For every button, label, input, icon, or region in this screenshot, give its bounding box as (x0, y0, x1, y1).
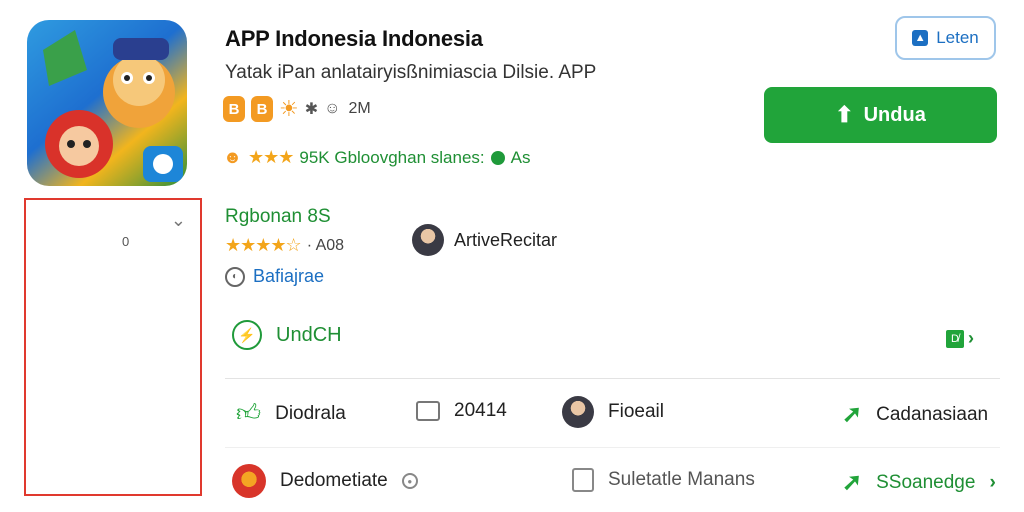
age-badge-icon: B (223, 96, 245, 122)
more-link[interactable]: D̸ › (946, 328, 974, 349)
row-item-likes[interactable]: 👍︎ Diodrala (236, 400, 346, 428)
chevron-right-icon: › (989, 471, 996, 493)
row-item-share[interactable]: ➚ Cadanasiaan (842, 400, 988, 429)
highlighted-side-panel[interactable]: ⌄ 0 (24, 198, 202, 496)
share-icon: ➚ (842, 469, 863, 496)
info-icon: ● (401, 473, 418, 489)
download-button[interactable]: ⬆ Undua (764, 87, 997, 143)
rating-stars: ★★★ (247, 147, 294, 167)
status-dot-icon (490, 150, 505, 165)
download-button-label: Undua (863, 103, 926, 126)
follow-button-label: Leten (936, 28, 979, 47)
emoji-icon: ☻ (223, 147, 242, 167)
row-item-label: SSoanedge (876, 471, 976, 493)
reviewer-name: ArtiveRecitar (454, 229, 558, 250)
chevron-down-icon[interactable]: ⌄ (171, 210, 186, 231)
update-action-label: UndCH (276, 323, 342, 346)
tag-badge: D̸ (946, 329, 964, 348)
gift-icon (232, 464, 266, 498)
app-subtitle: Yatak iPan anlatairyisßnimiascia Dilsie.… (225, 62, 597, 83)
rating-summary: ☻ ★★★ 95K Gbloovghan slanes: As (223, 147, 530, 168)
reviewer[interactable]: ArtiveRecitar (412, 224, 557, 256)
globe-icon: ◐ (225, 266, 245, 287)
app-icon-artwork (43, 30, 183, 182)
row-item-comments[interactable]: 20414 (416, 400, 507, 422)
row-item-label: Dedometiate (280, 470, 388, 491)
bookmark-icon: ▲ (912, 30, 929, 46)
row-item-document[interactable]: Suletatle Manans (572, 468, 755, 492)
app-icon (27, 20, 187, 186)
sun-icon: ☀ (279, 96, 299, 121)
share-icon: ➚ (842, 401, 863, 428)
badge-glyph: ✱ (304, 101, 319, 118)
row-item-label: Suletatle Manans (608, 469, 755, 490)
panel-info-glyph: 0 (122, 234, 130, 249)
chat-icon: ☺ (324, 100, 341, 117)
review-rating: ★★★★☆ · A08 (225, 235, 344, 256)
bolt-icon: ⚡ (232, 320, 262, 350)
document-icon (572, 468, 594, 492)
row-item-label: Cadanasiaan (876, 403, 989, 425)
comment-icon (416, 401, 440, 421)
divider (225, 378, 1000, 379)
badge-row: B B ☀ ✱ ☺ 2M (223, 96, 371, 122)
language-link[interactable]: ◐ Bafiajrae (225, 266, 324, 287)
upload-arrow-icon: ⬆ (835, 102, 854, 127)
rating-summary-text: 95K Gbloovghan slanes: (299, 147, 485, 167)
rating-summary-tail: As (510, 147, 531, 167)
review-rating-text: · A08 (306, 236, 345, 254)
app-title: APP Indonesia Indonesia (225, 26, 483, 51)
review-stars: ★★★★☆ (225, 235, 302, 255)
row-item-share-more[interactable]: ➚ SSoanedge › (842, 468, 996, 497)
avatar (562, 396, 594, 428)
reviews-heading: Rgbonan 8S (225, 206, 331, 227)
thumbs-up-icon: 👍︎ (236, 400, 262, 427)
row-item-label: Fioeail (608, 401, 664, 422)
row-item-label: 20414 (454, 400, 507, 421)
language-label: Bafiajrae (253, 266, 325, 286)
row-item-profile[interactable]: Fioeail (562, 396, 664, 428)
rating-badge-icon: B (251, 96, 273, 122)
row-item-label: Diodrala (275, 403, 346, 424)
divider (225, 447, 1000, 448)
update-action[interactable]: ⚡ UndCH (232, 320, 342, 350)
avatar (412, 224, 444, 256)
row-item-gift[interactable]: Dedometiate ● (232, 464, 418, 498)
chevron-right-icon: › (967, 328, 974, 348)
follow-button[interactable]: ▲ Leten (895, 16, 996, 60)
download-count: 2M (348, 100, 371, 117)
